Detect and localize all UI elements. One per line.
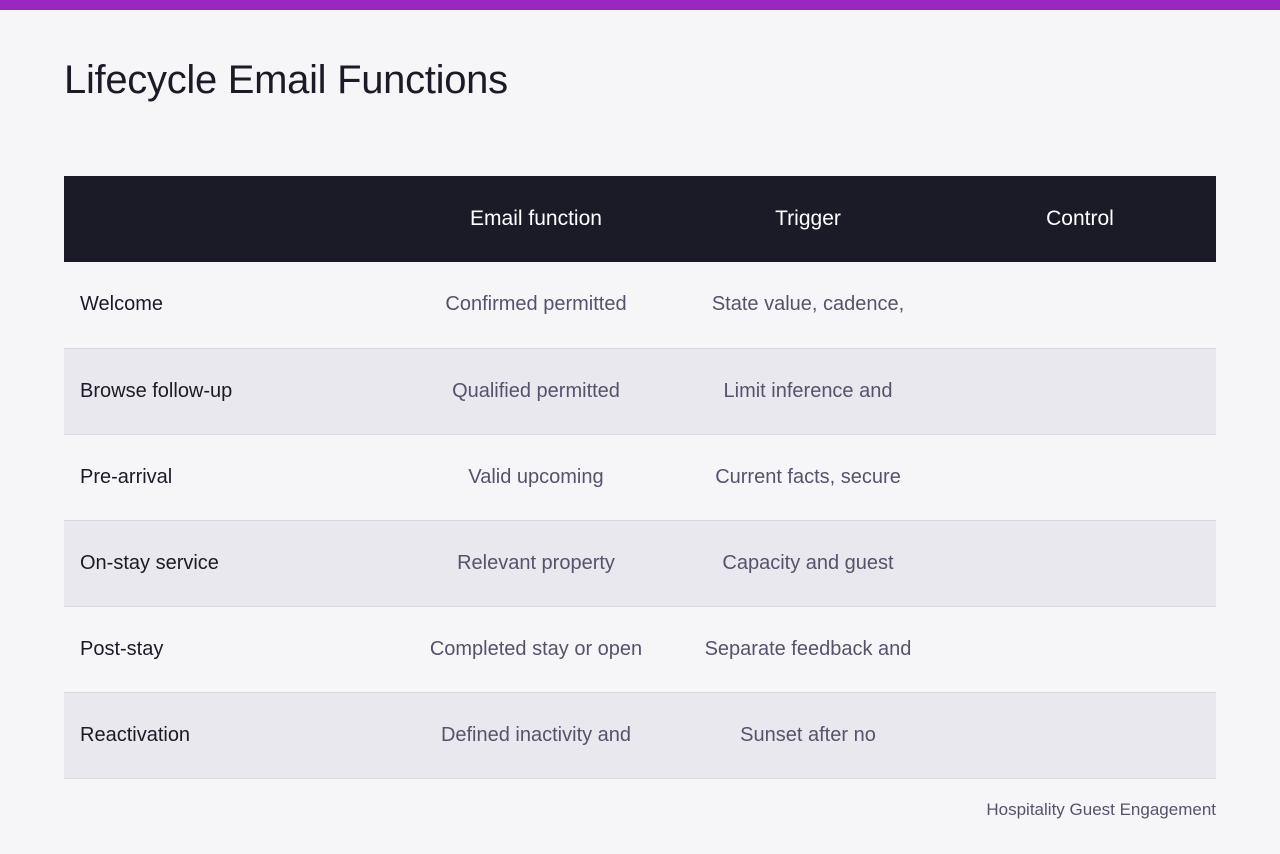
email-function-cell: Defined inactivity and bbox=[440, 723, 632, 746]
control-cell bbox=[944, 606, 1216, 692]
header-cell-control: Control bbox=[1046, 207, 1114, 230]
row-label: Post-stay bbox=[80, 637, 164, 660]
table-row: Reactivation Defined inactivity and Suns… bbox=[64, 692, 1216, 778]
header-cell-email-function: Email function bbox=[470, 207, 602, 230]
row-label: On-stay service bbox=[80, 551, 219, 574]
row-label: Reactivation bbox=[80, 723, 191, 746]
trigger-cell: Sunset after no bbox=[740, 723, 876, 746]
footer-caption: Hospitality Guest Engagement bbox=[986, 800, 1216, 819]
row-label: Welcome bbox=[80, 293, 163, 316]
header-cell-trigger: Trigger bbox=[775, 207, 841, 230]
email-function-cell: Qualified permitted bbox=[452, 379, 620, 402]
trigger-cell: Limit inference and bbox=[723, 379, 893, 402]
control-cell bbox=[944, 348, 1216, 434]
accent-bar bbox=[0, 0, 1280, 10]
table-row: Pre-arrival Valid upcoming Current facts… bbox=[64, 434, 1216, 520]
table-row: On-stay service Relevant property Capaci… bbox=[64, 520, 1216, 606]
control-cell bbox=[944, 520, 1216, 606]
trigger-cell: State value, cadence, bbox=[711, 293, 905, 316]
table-row: Post-stay Completed stay or open Separat… bbox=[64, 606, 1216, 692]
email-function-cell: Completed stay or open bbox=[429, 637, 643, 660]
email-functions-table: Email function Trigger Control Welcome C… bbox=[64, 176, 1216, 779]
row-label: Pre-arrival bbox=[80, 465, 173, 488]
page-title: Lifecycle Email Functions bbox=[64, 58, 508, 102]
trigger-cell: Capacity and guest bbox=[722, 551, 894, 574]
email-function-cell: Valid upcoming bbox=[468, 465, 604, 488]
table-header: Email function Trigger Control bbox=[64, 176, 1216, 262]
header-row: Email function Trigger Control bbox=[64, 176, 1216, 262]
table-row: Welcome Confirmed permitted State value,… bbox=[64, 262, 1216, 348]
email-function-cell: Confirmed permitted bbox=[445, 293, 627, 316]
trigger-cell: Separate feedback and bbox=[704, 637, 912, 660]
email-function-cell: Relevant property bbox=[457, 551, 615, 574]
control-cell bbox=[944, 262, 1216, 348]
table-row: Browse follow-up Qualified permitted Lim… bbox=[64, 348, 1216, 434]
control-cell bbox=[944, 692, 1216, 778]
header-cell-label bbox=[64, 176, 400, 262]
row-label: Browse follow-up bbox=[80, 379, 233, 402]
control-cell bbox=[944, 434, 1216, 520]
table-body: Welcome Confirmed permitted State value,… bbox=[64, 262, 1216, 778]
trigger-cell: Current facts, secure bbox=[715, 465, 901, 488]
